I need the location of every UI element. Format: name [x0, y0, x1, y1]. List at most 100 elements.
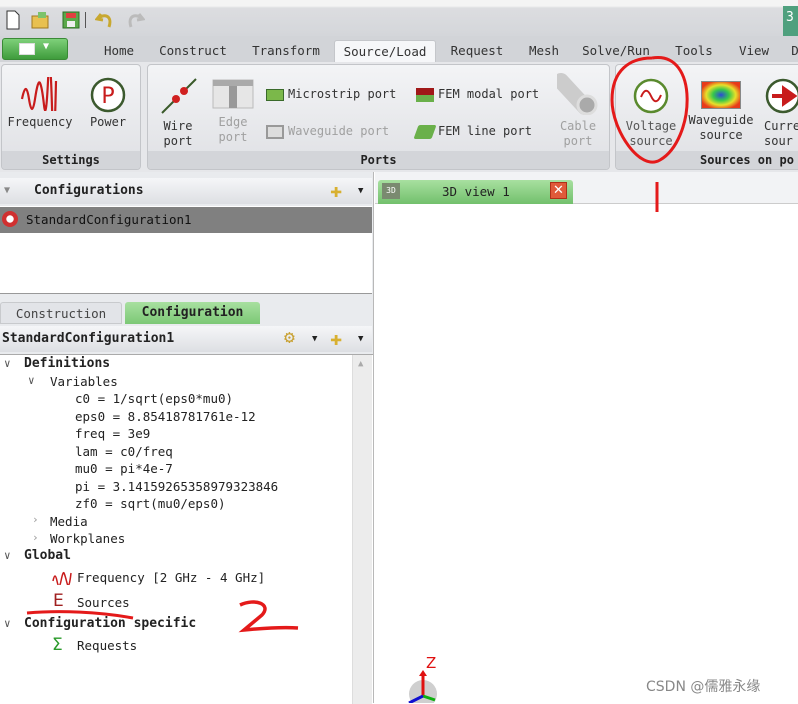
menu-icon [19, 43, 35, 55]
chevron-right-icon[interactable]: › [32, 513, 39, 526]
tab-transform[interactable]: Transform [248, 40, 324, 62]
tab-construct[interactable]: Construct [154, 40, 232, 62]
collapse-icon[interactable]: ▼ [4, 178, 10, 204]
add-configuration-icon[interactable]: ✚ [330, 177, 342, 203]
corner-window-tab[interactable]: 3 [783, 6, 798, 40]
tab-view[interactable]: View [736, 40, 772, 62]
configuration-icon [2, 211, 18, 227]
svg-text:P: P [101, 84, 114, 109]
power-p-icon: P [90, 77, 126, 113]
tree-configuration-specific[interactable]: Configuration specific [24, 615, 196, 633]
waveguide-port-icon [266, 124, 284, 139]
open-folder-icon[interactable] [30, 10, 50, 30]
waveguide-source-icon [701, 81, 741, 109]
waveguide-port-button[interactable]: Waveguide port [266, 122, 389, 140]
fem-modal-port-button[interactable]: FEM modal port [416, 85, 539, 103]
tab-construction[interactable]: Construction [0, 302, 122, 324]
scrollbar[interactable]: ▲ [352, 355, 372, 704]
fem-line-icon [413, 124, 437, 139]
settings-group: Frequency P Power Settings [1, 64, 141, 170]
wire-port-label: Wire port [163, 119, 193, 148]
tree-frequency[interactable]: Frequency [2 GHz - 4 GHz] [77, 569, 265, 587]
tree-variable[interactable]: freq = 3e9 [75, 425, 150, 443]
configurations-list: StandardConfiguration1 [0, 206, 372, 294]
chevron-down-icon[interactable]: ▼ [358, 178, 363, 204]
settings-group-label: Settings [2, 151, 140, 169]
tree-global[interactable]: Global [24, 547, 71, 565]
power-label: Power [89, 115, 127, 129]
tree-variable[interactable]: pi = 3.14159265358979323846 [75, 478, 278, 496]
sources-group-label: Sources on po [616, 151, 798, 169]
current-source-icon [765, 78, 798, 114]
ribbon: Frequency P Power Settings Wire port Edge… [0, 62, 798, 172]
frequency-wave-icon [20, 65, 58, 137]
frequency-button[interactable]: Frequency [6, 65, 74, 137]
tree-variable[interactable]: lam = c0/freq [75, 443, 173, 461]
close-icon[interactable]: ✕ [550, 182, 567, 199]
undo-icon[interactable] [95, 10, 115, 30]
3d-viewport[interactable] [375, 205, 798, 703]
tree-definitions[interactable]: Definitions [24, 355, 110, 373]
tab-partial[interactable]: D [790, 40, 798, 62]
chevron-down-icon[interactable]: ∨ [4, 357, 11, 370]
wire-port-icon [161, 78, 197, 114]
cable-port-icon [553, 73, 598, 116]
view-tabbar: 3D 3D view 1 ✕ [375, 172, 798, 204]
tab-configuration[interactable]: Configuration [125, 302, 260, 324]
tab-solve-run[interactable]: Solve/Run [580, 40, 652, 62]
edge-port-button[interactable]: Edge port [210, 79, 256, 145]
scroll-up-icon[interactable]: ▲ [358, 359, 363, 369]
sources-e-icon: E [53, 591, 64, 611]
tree-requests[interactable]: Requests [77, 637, 137, 655]
tree-media[interactable]: Media [50, 513, 88, 531]
tree-variable[interactable]: zf0 = sqrt(mu0/eps0) [75, 495, 226, 513]
chevron-down-icon[interactable]: ∨ [4, 549, 11, 562]
ports-group: Wire port Edge port Microstrip port Wavegu… [147, 64, 610, 170]
chevron-down-icon[interactable]: ▼ [312, 326, 317, 352]
sources-group: Voltage source Waveguide source Curre sour … [615, 64, 798, 170]
axis-triad: Z [408, 654, 437, 703]
tab-3d-view[interactable]: 3D 3D view 1 ✕ [378, 180, 573, 204]
chevron-right-icon[interactable]: › [32, 531, 39, 544]
voltage-source-icon [633, 78, 669, 114]
tree-sources[interactable]: Sources [77, 594, 130, 612]
fem-modal-icon [416, 87, 434, 102]
chevron-down-icon[interactable]: ∨ [28, 374, 35, 387]
edge-port-icon [212, 79, 254, 109]
tree-variables[interactable]: Variables [50, 373, 118, 391]
sigma-icon: Σ [52, 635, 63, 655]
tree-variable[interactable]: c0 = 1/sqrt(eps0*mu0) [75, 390, 233, 408]
redo-icon[interactable] [125, 10, 145, 30]
tab-tools[interactable]: Tools [672, 40, 716, 62]
wire-port-button[interactable]: Wire port [154, 75, 202, 149]
tree-variable[interactable]: eps0 = 8.85418781761e-12 [75, 408, 256, 426]
tab-home[interactable]: Home [98, 40, 140, 62]
save-icon[interactable] [61, 10, 81, 30]
configuration-item[interactable]: StandardConfiguration1 [0, 207, 372, 233]
add-item-icon[interactable]: ✚ [330, 325, 342, 351]
tree-workplanes[interactable]: Workplanes [50, 530, 125, 548]
application-menu-button[interactable]: ▼ [2, 38, 68, 60]
power-button[interactable]: P Power [82, 77, 134, 130]
config-tree-header: StandardConfiguration1 ⚙ ▼ ✚ ▼ [0, 326, 372, 352]
voltage-source-button[interactable]: Voltage source [620, 77, 682, 149]
frequency-wave-icon [52, 571, 72, 585]
microstrip-icon [266, 88, 284, 101]
tab-request[interactable]: Request [448, 40, 506, 62]
tree-variable[interactable]: mu0 = pi*4e-7 [75, 460, 173, 478]
menu-tabs: ▼ Home Construct Transform Source/Load R… [0, 36, 798, 66]
tab-mesh[interactable]: Mesh [524, 40, 564, 62]
cable-port-button[interactable]: Cable port [552, 73, 604, 149]
fem-line-port-button[interactable]: FEM line port [413, 122, 532, 140]
frequency-label: Frequency [7, 115, 73, 129]
current-source-button[interactable]: Curre sour [764, 77, 798, 149]
chevron-down-icon[interactable]: ▼ [358, 326, 363, 352]
new-file-icon[interactable] [3, 10, 23, 30]
configurations-header: ▼ Configurations ✚ ▼ [0, 178, 372, 204]
chevron-down-icon[interactable]: ∨ [4, 617, 11, 630]
microstrip-port-button[interactable]: Microstrip port [266, 85, 396, 103]
chevron-down-icon: ▼ [43, 41, 50, 52]
3d-view-icon: 3D [382, 183, 400, 199]
gear-icon[interactable]: ⚙ [284, 325, 295, 351]
waveguide-source-button[interactable]: Waveguide source [686, 79, 756, 143]
